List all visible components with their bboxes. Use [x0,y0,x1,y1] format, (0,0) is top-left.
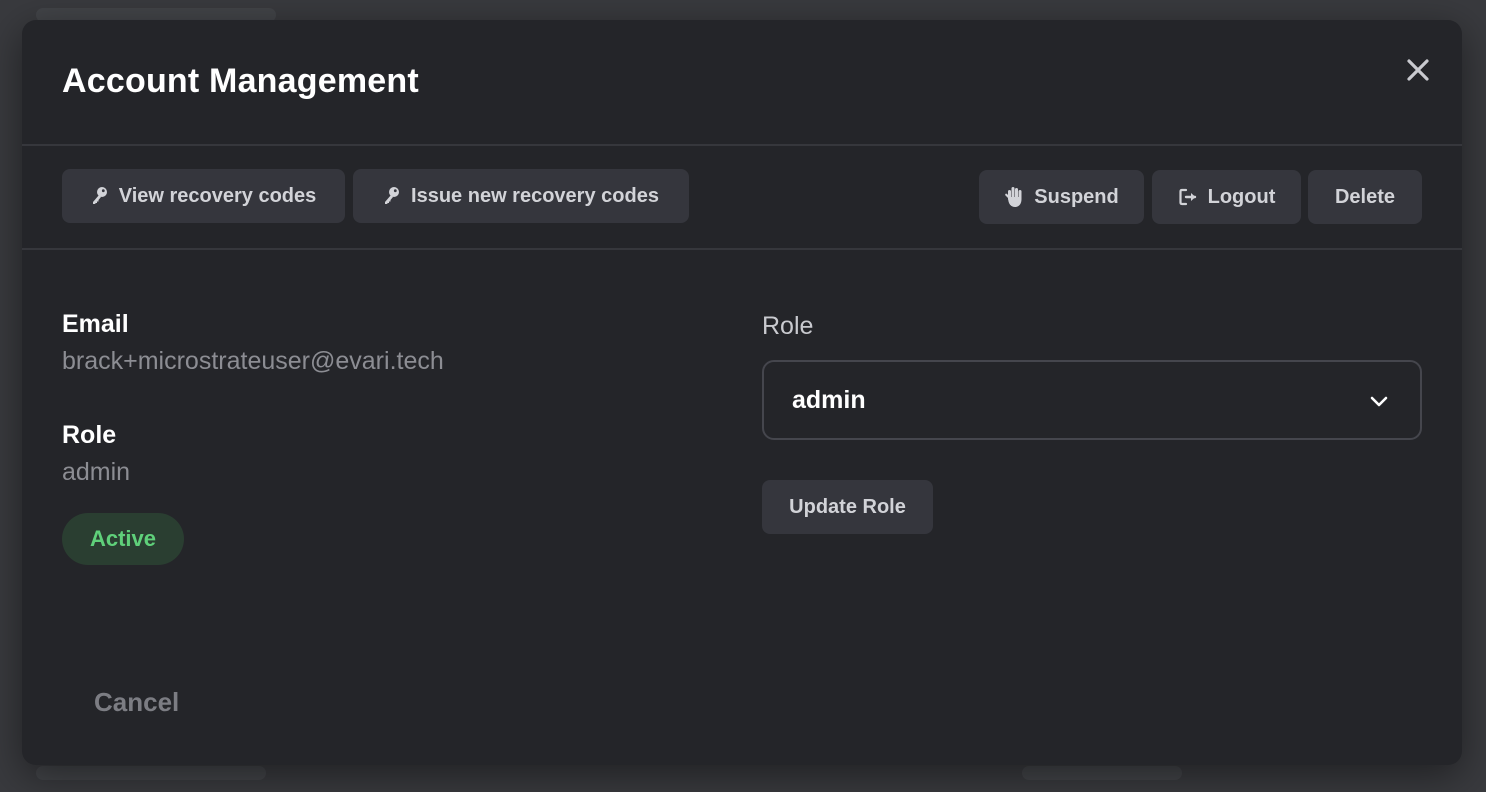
role-label: Role [62,421,117,449]
role-select-value: admin [792,386,866,414]
role-select[interactable]: admin [762,360,1422,440]
close-button[interactable] [1402,54,1434,86]
modal-header: Account Management [22,20,1462,146]
issue-new-recovery-codes-button[interactable]: Issue new recovery codes [353,169,689,223]
modal-title: Account Management [62,62,419,100]
delete-label: Delete [1334,185,1396,208]
suspend-label: Suspend [1034,185,1119,208]
hand-icon [1004,186,1024,208]
suspend-button[interactable]: Suspend [979,170,1144,224]
close-icon [1402,54,1434,86]
email-label: Email [62,310,129,338]
email-value: brack+microstrateuser@evari.tech [62,347,444,375]
backdrop-blurred-text [1022,766,1182,780]
key-icon [383,186,401,206]
account-actions-toolbar: View recovery codes Issue new recovery c… [22,146,1462,250]
account-management-modal: Account Management View recovery codes I… [22,20,1462,765]
issue-new-recovery-codes-label: Issue new recovery codes [411,184,659,207]
backdrop-blurred-text [36,766,266,780]
role-value: admin [62,458,131,486]
account-details: Email brack+microstrateuser@evari.tech R… [22,250,1462,765]
logout-button[interactable]: Logout [1152,170,1301,224]
chevron-down-icon [1368,390,1390,417]
logout-icon [1178,187,1198,207]
update-role-button[interactable]: Update Role [762,480,933,534]
logout-label: Logout [1207,185,1276,208]
update-role-label: Update Role [789,495,906,518]
cancel-button[interactable]: Cancel [94,687,179,718]
delete-button[interactable]: Delete [1308,170,1422,224]
role-select-label: Role [762,312,814,340]
key-icon [91,186,109,206]
view-recovery-codes-label: View recovery codes [118,184,317,207]
status-badge: Active [62,513,184,565]
view-recovery-codes-button[interactable]: View recovery codes [62,169,345,223]
